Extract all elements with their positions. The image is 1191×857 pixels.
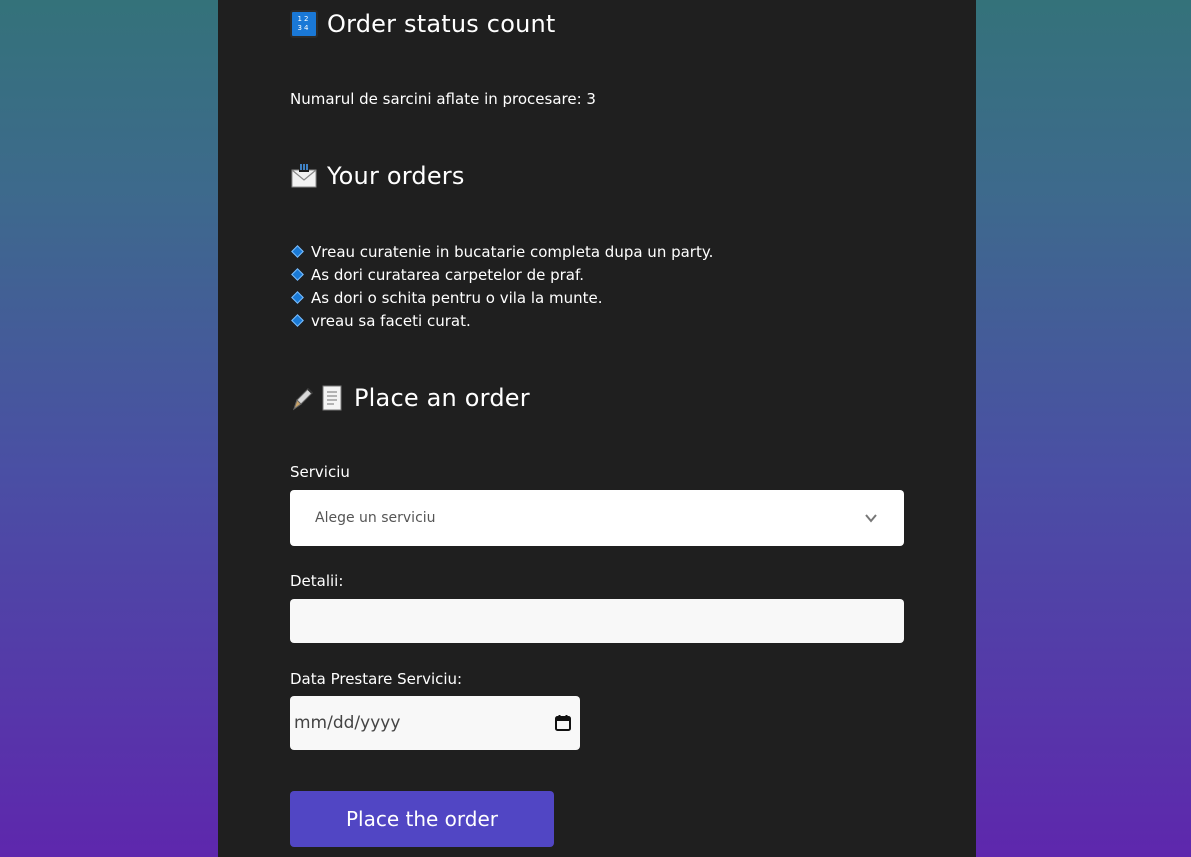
input-numbers-icon: 12 34 — [290, 10, 318, 38]
diamond-bullet-icon — [291, 245, 304, 258]
date-input-placeholder: mm/dd/yyyy — [294, 713, 401, 733]
place-order-heading: Place an order — [290, 384, 530, 412]
pen-icon — [290, 385, 316, 411]
diamond-bullet-icon — [291, 268, 304, 281]
main-panel: 12 34 Order status count Numarul de sarci… — [218, 0, 976, 857]
place-order-button[interactable]: Place the order — [290, 791, 554, 847]
chevron-down-icon — [865, 514, 877, 523]
order-text: vreau sa faceti curat. — [311, 311, 471, 330]
place-order-heading-text: Place an order — [354, 384, 530, 412]
order-text: As dori curatarea carpetelor de praf. — [311, 265, 584, 284]
status-heading-text: Order status count — [327, 10, 556, 38]
envelope-icon — [290, 162, 318, 190]
list-item: vreau sa faceti curat. — [290, 309, 713, 332]
orders-heading-text: Your orders — [327, 162, 465, 190]
order-text: As dori o schita pentru o vila la munte. — [311, 288, 603, 307]
service-select[interactable]: Alege un serviciu — [290, 490, 904, 546]
diamond-bullet-icon — [291, 291, 304, 304]
order-text: Vreau curatenie in bucatarie completa du… — [311, 242, 714, 261]
date-label: Data Prestare Serviciu: — [290, 670, 463, 688]
diamond-bullet-icon — [291, 314, 304, 327]
processing-count-text: Numarul de sarcini aflate in procesare: … — [290, 90, 596, 108]
list-item: Vreau curatenie in bucatarie completa du… — [290, 240, 713, 263]
calendar-icon[interactable] — [554, 714, 572, 732]
details-input[interactable] — [290, 599, 904, 643]
orders-list: Vreau curatenie in bucatarie completa du… — [290, 240, 713, 332]
status-heading: 12 34 Order status count — [290, 10, 556, 38]
orders-heading: Your orders — [290, 162, 465, 190]
service-label: Serviciu — [290, 463, 350, 481]
page-icon — [319, 384, 345, 412]
list-item: As dori o schita pentru o vila la munte. — [290, 286, 713, 309]
details-label: Detalii: — [290, 572, 344, 590]
date-input[interactable]: mm/dd/yyyy — [290, 696, 580, 750]
service-select-value: Alege un serviciu — [315, 510, 436, 526]
list-item: As dori curatarea carpetelor de praf. — [290, 263, 713, 286]
